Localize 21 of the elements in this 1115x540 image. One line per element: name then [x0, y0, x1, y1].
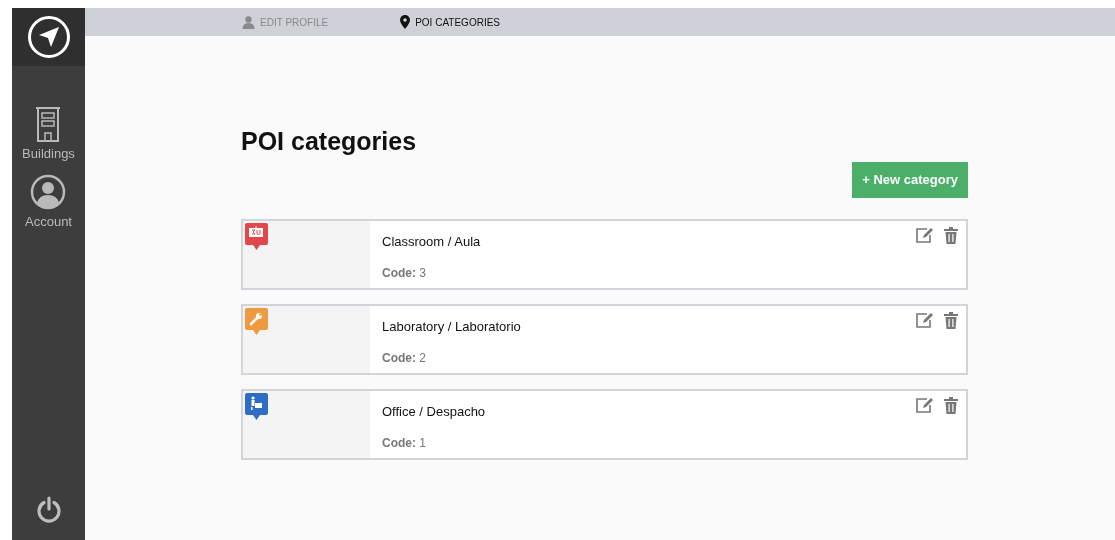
category-code: Code: 2	[382, 350, 428, 367]
edit-icon[interactable]	[915, 311, 934, 329]
category-name: Laboratory / Laboratorio	[382, 317, 521, 336]
nav-tab[interactable]: POI CATEGORIES	[400, 14, 500, 30]
category-name: Classroom / Aula	[382, 232, 481, 251]
sidebar-item[interactable]: Account	[25, 173, 72, 231]
delete-icon[interactable]	[944, 226, 958, 244]
account-icon	[30, 173, 67, 210]
sidebar-item[interactable]: Buildings	[22, 106, 75, 164]
delete-icon[interactable]	[944, 311, 958, 329]
edit-icon[interactable]	[915, 396, 934, 414]
power-icon[interactable]	[35, 496, 62, 524]
map-pin-icon	[400, 15, 411, 29]
category-code: Code: 3	[382, 265, 428, 282]
building-icon	[35, 106, 62, 142]
category-name: Office / Despacho	[382, 402, 486, 421]
page-title: POI categories	[241, 126, 418, 156]
category-code: Code: 1	[382, 435, 428, 452]
person-icon	[242, 15, 255, 29]
delete-icon[interactable]	[944, 396, 958, 414]
edit-icon[interactable]	[915, 226, 934, 244]
